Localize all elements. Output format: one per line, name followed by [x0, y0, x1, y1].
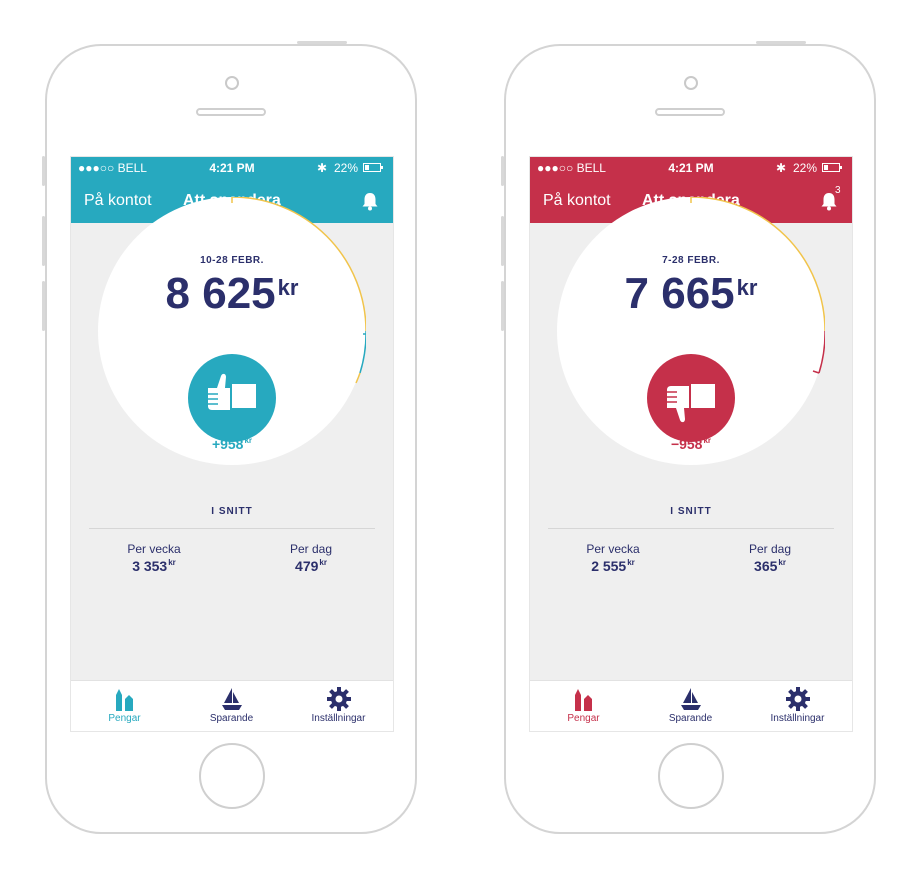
per-week-label: Per vecka — [127, 542, 181, 556]
sailboat-icon — [221, 688, 242, 710]
tab-sparande[interactable]: Sparande — [637, 681, 744, 731]
home-button[interactable] — [658, 743, 724, 809]
balance-amount: 7 665kr — [530, 269, 852, 319]
per-week-value: 3 353 — [132, 558, 168, 574]
tab-label: Sparande — [209, 713, 254, 724]
per-day-label: Per dag — [748, 542, 792, 556]
per-week-unit: kr — [627, 558, 635, 568]
phone-left: ●●●○○ BELL 4:21 PM ✱ 22% På kontot Att s… — [42, 41, 417, 834]
mute-switch — [501, 156, 504, 186]
status-bar: ●●●○○ BELL 4:21 PM ✱ 22% — [530, 157, 852, 179]
power-button — [756, 41, 806, 44]
period-label: 7-28 FEBR. — [662, 255, 720, 266]
screen: ●●●○○ BELL 4:21 PM ✱ 22% På kontot Att s… — [70, 156, 394, 732]
gear-icon — [326, 687, 351, 711]
per-week-amount: 3 353kr — [94, 558, 214, 574]
volume-up-button — [42, 216, 45, 266]
per-week-stat: Per vecka 3 353kr — [94, 542, 214, 574]
front-camera — [225, 76, 239, 90]
per-week-value: 2 555 — [591, 558, 627, 574]
screen: ●●●○○ BELL 4:21 PM ✱ 22% På kontot Att s… — [529, 156, 853, 732]
volume-down-button — [501, 281, 504, 331]
change-unit: kr — [244, 436, 253, 446]
per-day-unit: kr — [778, 558, 786, 568]
per-day-label: Per dag — [289, 542, 333, 556]
change-unit: kr — [703, 436, 712, 446]
tab-label: Inställningar — [770, 713, 825, 724]
per-day-value: 479 — [295, 558, 319, 574]
thumbs-up-icon[interactable] — [188, 354, 276, 442]
balance-change: +958kr — [71, 436, 393, 452]
money-icon — [574, 689, 592, 711]
tab-bar: Pengar Sparande Inställningar — [530, 680, 852, 731]
per-week-label: Per vecka — [586, 542, 640, 556]
phone-right: ●●●○○ BELL 4:21 PM ✱ 22% På kontot Att s… — [501, 41, 876, 834]
thumbs-down-icon[interactable] — [647, 354, 735, 442]
tab-sparande[interactable]: Sparande — [178, 681, 285, 731]
volume-up-button — [501, 216, 504, 266]
earpiece-speaker — [196, 108, 266, 116]
tab-installningar[interactable]: Inställningar — [285, 681, 392, 731]
balance-change: −958kr — [530, 436, 852, 452]
notification-count: 3 — [835, 185, 841, 196]
earpiece-speaker — [655, 108, 725, 116]
balance-amount: 8 625kr — [71, 269, 393, 319]
tab-label: Inställningar — [311, 713, 366, 724]
change-value: +958 — [211, 436, 244, 452]
balance-value: 7 665 — [624, 269, 735, 318]
home-button[interactable] — [199, 743, 265, 809]
average-heading: I SNITT — [211, 506, 253, 517]
per-day-amount: 479kr — [251, 558, 371, 574]
per-day-unit: kr — [319, 558, 327, 568]
mute-switch — [42, 156, 45, 186]
battery-percent: 22% — [334, 161, 359, 175]
per-day-stat: Per dag 479kr — [251, 542, 371, 574]
tab-installningar[interactable]: Inställningar — [744, 681, 851, 731]
tab-pengar[interactable]: Pengar — [530, 681, 637, 731]
tab-pengar[interactable]: Pengar — [71, 681, 178, 731]
divider — [548, 528, 834, 529]
gear-icon — [785, 687, 810, 711]
balance-unit: kr — [736, 275, 758, 300]
change-value: −958 — [670, 436, 703, 452]
per-week-unit: kr — [168, 558, 176, 568]
per-day-amount: 365kr — [710, 558, 830, 574]
battery-percent: 22% — [793, 161, 818, 175]
per-day-stat: Per dag 365kr — [710, 542, 830, 574]
tab-label: Pengar — [108, 713, 141, 724]
per-day-value: 365 — [754, 558, 778, 574]
tab-bar: Pengar Sparande Inställningar — [71, 680, 393, 731]
money-icon — [115, 689, 133, 711]
tab-label: Sparande — [668, 713, 713, 724]
bluetooth-icon: ✱ — [317, 161, 328, 175]
sailboat-icon — [680, 688, 701, 710]
balance-value: 8 625 — [165, 269, 276, 318]
average-heading: I SNITT — [670, 506, 712, 517]
per-week-stat: Per vecka 2 555kr — [553, 542, 673, 574]
period-label: 10-28 FEBR. — [200, 255, 264, 266]
bluetooth-icon: ✱ — [776, 161, 787, 175]
battery-icon — [822, 163, 842, 172]
divider — [89, 528, 375, 529]
front-camera — [684, 76, 698, 90]
power-button — [297, 41, 347, 44]
per-week-amount: 2 555kr — [553, 558, 673, 574]
volume-down-button — [42, 281, 45, 331]
balance-unit: kr — [277, 275, 299, 300]
battery-icon — [363, 163, 383, 172]
status-bar: ●●●○○ BELL 4:21 PM ✱ 22% — [71, 157, 393, 179]
tab-label: Pengar — [567, 713, 600, 724]
